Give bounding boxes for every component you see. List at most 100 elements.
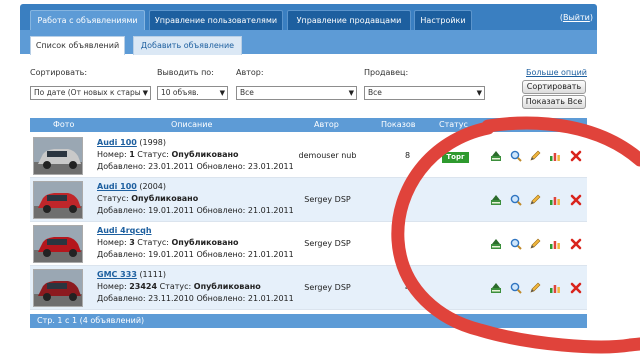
col-status: Статус <box>439 120 468 129</box>
upload-icon[interactable] <box>490 150 502 162</box>
magnifier-icon[interactable] <box>510 150 522 162</box>
tab-settings[interactable]: Настройки <box>414 10 472 30</box>
ad-title-line: Audi 100 (1998) <box>97 137 294 149</box>
car-thumbnail[interactable] <box>33 137 83 175</box>
ad-number-label: Номер: <box>97 238 130 247</box>
logout-link[interactable]: Выйти <box>563 13 590 22</box>
chevron-down-icon: ▼ <box>219 89 225 97</box>
ad-title-link[interactable]: Audi 4rqcqh <box>97 226 152 235</box>
author-select[interactable]: Все ▼ <box>236 86 357 100</box>
chevron-down-icon: ▼ <box>476 89 482 97</box>
tab-add-ad[interactable]: Добавить объявление <box>133 36 242 55</box>
chevron-down-icon: ▼ <box>142 89 148 97</box>
pencil-icon[interactable] <box>529 282 541 294</box>
show-all-button[interactable]: Показать Все <box>522 95 586 109</box>
ad-status-label: Статус: <box>134 150 172 159</box>
per-page-label: Выводить по: <box>157 68 214 77</box>
seller-select-value: Все <box>368 88 382 97</box>
car-thumbnail[interactable] <box>33 269 83 307</box>
more-options-link[interactable]: Больше опций <box>526 68 587 77</box>
pencil-icon[interactable] <box>529 238 541 250</box>
ad-number: 23424 <box>129 282 158 291</box>
magnifier-icon[interactable] <box>510 238 522 250</box>
magnifier-icon[interactable] <box>510 282 522 294</box>
stats-icon[interactable] <box>549 150 561 162</box>
delete-icon[interactable] <box>570 194 582 206</box>
tab-sellers[interactable]: Управление продавцами <box>287 10 411 30</box>
ad-year: (1111) <box>139 270 167 279</box>
car-thumbnail[interactable] <box>33 181 83 219</box>
delete-icon[interactable] <box>570 282 582 294</box>
ad-title-link[interactable]: Audi 100 <box>97 138 137 147</box>
pencil-icon[interactable] <box>529 150 541 162</box>
ad-views: 4 <box>404 283 411 292</box>
ad-dates: Добавлено: 19.01.2011 Обновлено: 21.01.2… <box>97 206 294 215</box>
tab-ads[interactable]: Работа с объявлениями <box>30 10 145 30</box>
ad-views: 8 <box>404 151 411 160</box>
tab-users[interactable]: Управление пользователями <box>149 10 283 30</box>
per-page-select-value: 10 объяв. <box>161 88 199 97</box>
stats-icon[interactable] <box>549 282 561 294</box>
top-nav: Работа с объявлениями Управление пользов… <box>20 4 597 30</box>
stats-icon[interactable] <box>549 238 561 250</box>
subtab-bar: Список объявлений Добавить объявление <box>20 30 597 55</box>
chevron-down-icon: ▼ <box>348 89 354 97</box>
stats-icon[interactable] <box>549 194 561 206</box>
ad-description: GMC 333 (1111) Номер: 23424 Статус: Опубл… <box>97 269 294 305</box>
seller-select[interactable]: Все ▼ <box>364 86 485 100</box>
ad-author: Sergey DSP <box>304 195 351 204</box>
ad-description: Audi 100 (2004) Статус: Опубликовано Добав… <box>97 181 294 217</box>
delete-icon[interactable] <box>570 150 582 162</box>
upload-icon[interactable] <box>490 282 502 294</box>
ad-title-line: Audi 100 (2004) <box>97 181 294 193</box>
ad-number-label: Номер: <box>97 150 130 159</box>
upload-icon[interactable] <box>490 238 502 250</box>
ad-status-line: Номер: 1 Статус: Опубликовано <box>97 149 294 161</box>
logout: (Выйти) <box>560 13 593 22</box>
delete-icon[interactable] <box>570 238 582 250</box>
author-label: Автор: <box>236 68 264 77</box>
bargain-badge: Торг <box>442 152 469 163</box>
pencil-icon[interactable] <box>529 194 541 206</box>
seller-label: Продавец: <box>364 68 409 77</box>
ad-dates: Добавлено: 23.01.2011 Обновлено: 23.01.2… <box>97 162 294 171</box>
upload-icon[interactable] <box>490 194 502 206</box>
per-page-select[interactable]: 10 объяв. ▼ <box>157 86 228 100</box>
ad-dates: Добавлено: 23.11.2010 Обновлено: 21.01.2… <box>97 294 294 303</box>
ad-description: Audi 4rqcqh Номер: 3 Статус: Опубликован… <box>97 225 294 261</box>
ad-number-label: Номер: <box>97 282 130 291</box>
sort-label: Сортировать: <box>30 68 88 77</box>
sort-select-value: По дате (От новых к стары <box>34 88 141 97</box>
col-description: Описание <box>171 120 213 129</box>
table-row[interactable]: GMC 333 (1111) Номер: 23424 Статус: Опубл… <box>30 266 587 310</box>
col-author: Автор <box>314 120 339 129</box>
pagination-info: Стр. 1 с 1 (4 объявлений) <box>30 314 587 328</box>
ad-dates: Добавлено: 19.01.2011 Обновлено: 21.01.2… <box>97 250 294 259</box>
ad-author: Sergey DSP <box>304 239 351 248</box>
table-row[interactable]: Audi 4rqcqh Номер: 3 Статус: Опубликован… <box>30 222 587 266</box>
ad-status-label: Статус: <box>97 194 132 203</box>
ad-title-link[interactable]: GMC 333 <box>97 270 137 279</box>
author-select-value: Все <box>240 88 254 97</box>
sort-select[interactable]: По дате (От новых к стары ▼ <box>30 86 151 100</box>
ad-status: Опубликовано <box>131 194 199 203</box>
ad-status: Опубликовано <box>171 238 239 247</box>
ad-status-line: Номер: 3 Статус: Опубликовано <box>97 237 294 249</box>
ad-author: demouser nub <box>298 151 357 160</box>
magnifier-icon[interactable] <box>510 194 522 206</box>
logout-paren-close: ) <box>589 13 593 22</box>
ad-status: Опубликовано <box>171 150 239 159</box>
sort-button[interactable]: Сортировать <box>522 80 586 94</box>
ad-status-label: Статус: <box>134 238 172 247</box>
table-row[interactable]: Audi 100 (2004) Статус: Опубликовано Добав… <box>30 178 587 222</box>
col-views: Показов <box>381 120 416 129</box>
ad-status-line: Номер: 23424 Статус: Опубликовано <box>97 281 294 293</box>
col-photo: Фото <box>53 120 75 129</box>
ad-title-link[interactable]: Audi 100 <box>97 182 137 191</box>
car-thumbnail[interactable] <box>33 225 83 263</box>
table-header: Фото Описание Автор Показов Статус <box>30 118 587 132</box>
ad-title-line: GMC 333 (1111) <box>97 269 294 281</box>
tab-ad-list[interactable]: Список объявлений <box>30 36 125 55</box>
ad-status-line: Статус: Опубликовано <box>97 193 294 205</box>
table-row[interactable]: Audi 100 (1998) Номер: 1 Статус: Опублико… <box>30 134 587 178</box>
